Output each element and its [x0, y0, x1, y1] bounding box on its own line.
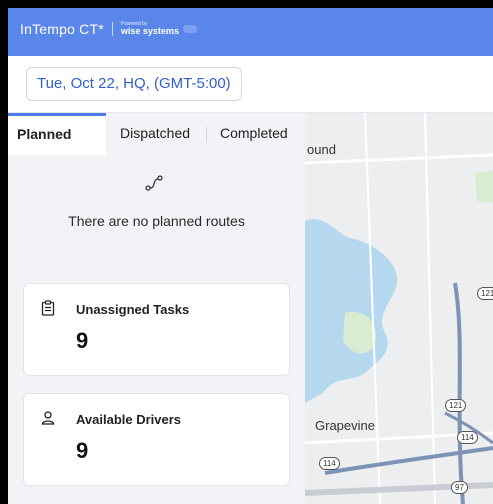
route-icon	[145, 175, 163, 191]
route-shield: 97	[451, 481, 468, 494]
sub-header: Tue, Oct 22, HQ, (GMT-5:00)	[8, 56, 493, 113]
map-canvas	[305, 113, 493, 504]
tab-dispatched[interactable]: Dispatched	[120, 113, 190, 155]
card-title: Available Drivers	[76, 412, 182, 427]
clipboard-icon	[41, 300, 55, 316]
route-shield: 121	[445, 399, 467, 412]
partner-logo-text: wise systems	[120, 26, 179, 36]
card-count: 9	[76, 438, 89, 463]
unassigned-tasks-card[interactable]: Unassigned Tasks 9	[23, 283, 290, 376]
available-drivers-card[interactable]: Available Drivers 9	[23, 393, 290, 486]
route-shield: 114	[319, 457, 340, 470]
logo-text: InTempo CT*	[20, 21, 104, 37]
logo-divider	[111, 22, 113, 36]
partner-logo-mark	[182, 25, 197, 33]
map-label-top: ound	[307, 142, 336, 157]
tab-divider	[206, 127, 207, 143]
card-title: Unassigned Tasks	[76, 302, 190, 317]
tab-completed[interactable]: Completed	[220, 113, 288, 155]
user-icon	[41, 411, 55, 425]
date-location-selector[interactable]: Tue, Oct 22, HQ, (GMT-5:00)	[26, 67, 242, 101]
brand: InTempo CT* Powered by wise systems	[20, 21, 197, 37]
powered-by-block: Powered by wise systems	[121, 22, 179, 36]
empty-state: There are no planned routes	[8, 155, 305, 269]
route-tabs: Planned Dispatched Completed	[8, 113, 305, 155]
top-bar: InTempo CT* Powered by wise systems	[8, 8, 493, 56]
map-label-grapevine: Grapevine	[315, 418, 375, 433]
app-window: InTempo CT* Powered by wise systems Tue,…	[8, 8, 493, 504]
route-shield: 121	[477, 287, 493, 300]
map-view[interactable]: ound Grapevine 121 121 114 114 97	[305, 113, 493, 504]
route-shield: 114	[457, 431, 478, 444]
empty-state-message: There are no planned routes	[68, 213, 245, 229]
card-count: 9	[76, 328, 89, 353]
left-panel: Planned Dispatched Completed There are n…	[8, 113, 305, 504]
tab-planned[interactable]: Planned	[8, 113, 106, 155]
